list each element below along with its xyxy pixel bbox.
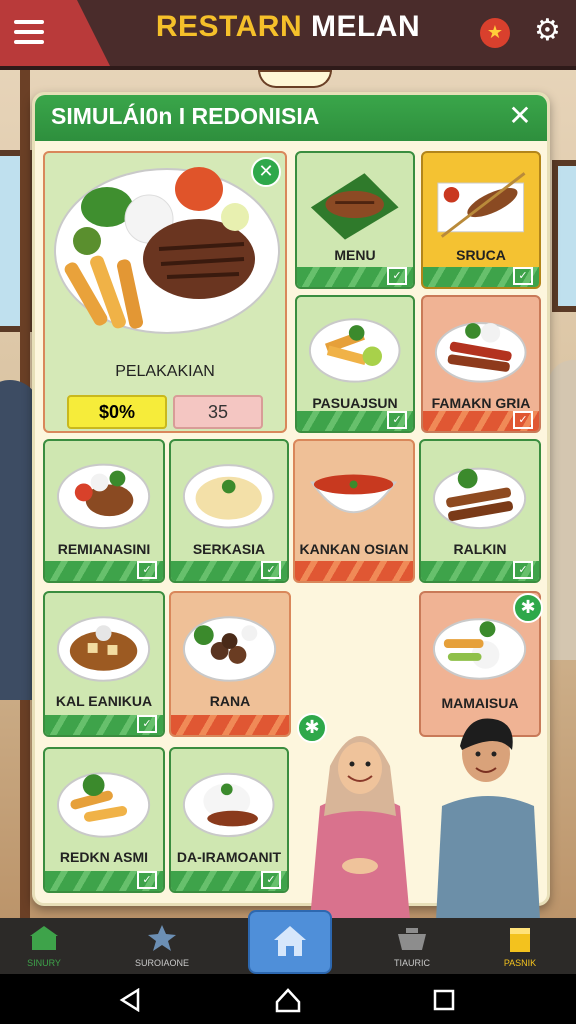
close-badge-icon[interactable]: ✕: [251, 157, 281, 187]
nav-item-kitchen[interactable]: TIAURIC: [362, 918, 462, 974]
dish-image: [183, 772, 275, 838]
nav-label: TIAURIC: [394, 958, 430, 968]
dish-label: RANA: [209, 693, 251, 709]
dish-card-serkasia[interactable]: SERKASIA ✓: [169, 439, 289, 583]
man-character: [436, 718, 540, 920]
check-icon: ✓: [137, 715, 157, 733]
check-icon: ✓: [137, 561, 157, 579]
dish-card-rana[interactable]: RANA: [169, 591, 291, 737]
featured-price-secondary: 35: [173, 395, 263, 429]
featured-dish-card[interactable]: ✕ PELAKAKIAN $0% 35: [43, 151, 287, 433]
featured-price-primary: $0%: [67, 395, 167, 429]
dish-image: [57, 616, 151, 682]
nav-label: SINURY: [27, 958, 61, 968]
dish-label: KAL EANIKUA: [55, 693, 153, 709]
dish-image: [309, 318, 401, 383]
plus-badge-icon[interactable]: ✱: [513, 593, 543, 623]
back-triangle-icon[interactable]: [118, 988, 142, 1012]
cooking-pot-icon: [398, 928, 426, 950]
check-icon: ✓: [387, 267, 407, 285]
dish-card-menu[interactable]: MENU ✓: [295, 151, 415, 289]
dish-image: [311, 173, 399, 240]
hijab-woman-character: [310, 736, 410, 920]
title-part-1: RESTARN: [155, 10, 303, 43]
dish-label: SERKASIA: [192, 541, 266, 557]
nav-item-shop[interactable]: SINURY: [0, 918, 94, 974]
check-icon: ✓: [261, 561, 281, 579]
check-icon: ✓: [137, 871, 157, 889]
dish-card-remianasini[interactable]: REMIANASINI ✓: [43, 439, 165, 583]
ceiling-lamp: [258, 70, 332, 88]
dish-label: SRUCA: [456, 247, 506, 263]
gold-bar-icon: [510, 928, 530, 952]
right-window: [552, 160, 576, 312]
nav-item-home[interactable]: [248, 910, 332, 974]
dish-card-da-iramoanit[interactable]: DA-IRAMOANIT ✓: [169, 747, 289, 893]
gear-icon[interactable]: ⚙: [534, 14, 561, 48]
dish-label: REMIANASINI: [57, 541, 151, 557]
nav-label: PASNIK: [503, 958, 537, 968]
home-circle-icon[interactable]: [274, 986, 302, 1014]
dish-label: DA-IRAMOANIT: [176, 849, 282, 865]
dish-card-ralkin[interactable]: RALKIN ✓: [419, 439, 541, 583]
shop-icon: [30, 926, 58, 950]
dish-status-bar: [171, 715, 289, 735]
dish-label: FAMAKN GRIA: [431, 395, 531, 411]
dish-label: PASUAJSUN: [312, 395, 398, 411]
dish-card-sruca[interactable]: SRUCA ✓: [421, 151, 541, 289]
dish-image: [433, 467, 527, 530]
top-bar: RESTARN MELAN ★ ⚙: [0, 0, 576, 70]
background-diner-right: [548, 360, 576, 660]
star-icon: [148, 925, 176, 951]
dish-label: KANKAN OSIAN: [299, 541, 409, 557]
system-nav-bar: [0, 974, 576, 1024]
dish-card-kal-eanikua[interactable]: KAL EANIKUA ✓: [43, 591, 165, 737]
dish-label: RALKIN: [453, 541, 507, 557]
home-icon: [274, 926, 306, 956]
dish-label: REDKN ASMI: [59, 849, 149, 865]
check-icon: ✓: [513, 561, 533, 579]
dish-card-famakn-gria[interactable]: FAMAKN GRIA ✓: [421, 295, 541, 433]
featured-dish-image: [54, 167, 280, 334]
nav-item-favorites[interactable]: SUROIAONE: [112, 918, 212, 974]
left-window: [0, 150, 36, 332]
panel-title: SIMULÁI0n I REDONISIA: [51, 103, 320, 129]
flame-badge-icon[interactable]: ★: [480, 18, 510, 48]
dish-image: [435, 322, 527, 383]
nav-item-gold[interactable]: PASNIK: [470, 918, 570, 974]
dish-label: MENU: [334, 247, 376, 263]
dish-card-redkn-asmi[interactable]: REDKN ASMI ✓: [43, 747, 165, 893]
dish-image: [183, 616, 277, 682]
dish-image: [310, 474, 398, 514]
recents-square-icon[interactable]: [432, 988, 456, 1012]
dish-image: [57, 772, 151, 838]
dish-card-pasuajsun[interactable]: PASUAJSUN ✓: [295, 295, 415, 433]
panel-header: SIMULÁI0n I REDONISIA ✕: [35, 95, 547, 141]
dish-status-bar: [295, 561, 413, 581]
close-icon[interactable]: ✕: [505, 101, 535, 131]
dish-image: [57, 463, 151, 530]
dish-image: [183, 464, 275, 529]
check-icon: ✓: [513, 411, 533, 429]
nav-label: SUROIAONE: [134, 958, 189, 968]
dish-image: [437, 172, 526, 238]
title-part-2: MELAN: [310, 10, 421, 43]
check-icon: ✓: [387, 411, 407, 429]
featured-dish-name: PELAKAKIAN: [115, 363, 215, 380]
check-icon: ✓: [513, 267, 533, 285]
dish-card-kankan-osian[interactable]: KANKAN OSIAN: [293, 439, 415, 583]
check-icon: ✓: [261, 871, 281, 889]
